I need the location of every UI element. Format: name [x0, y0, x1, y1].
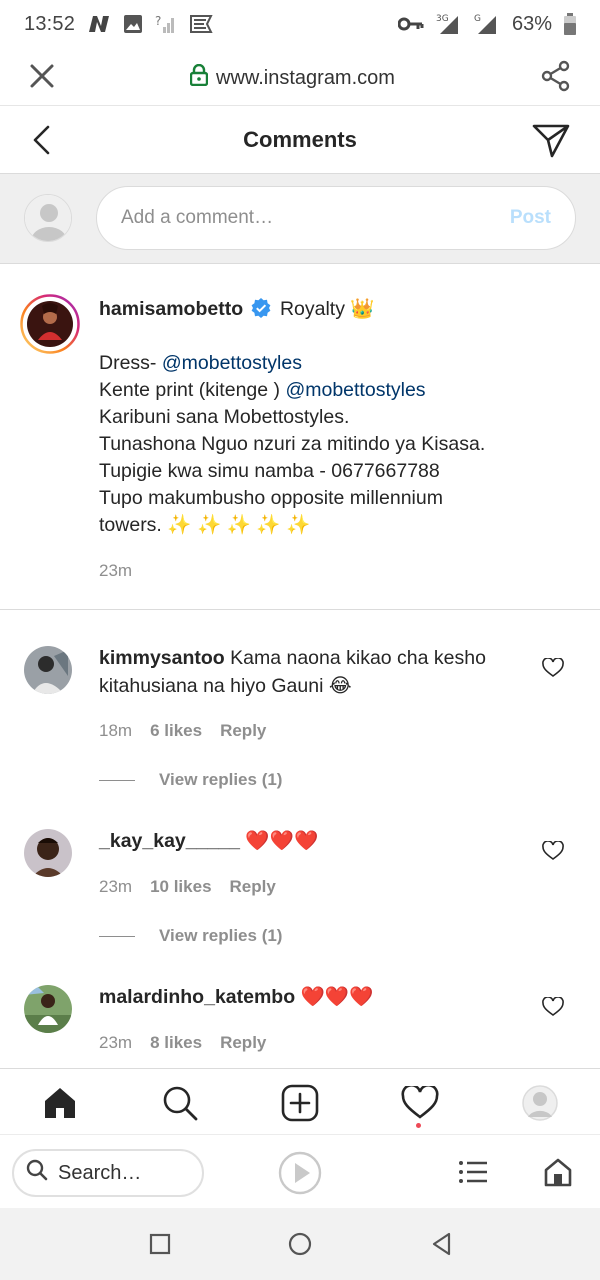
signal-3g-icon: 3G [436, 12, 462, 36]
search-icon[interactable] [160, 1083, 200, 1123]
view-replies-button[interactable]: View replies (1) [99, 926, 282, 946]
key-icon [397, 16, 424, 32]
comment-username[interactable]: _kay_kay_____ [99, 830, 240, 852]
back-chevron-icon[interactable] [28, 124, 56, 156]
signal-question-icon: ? [155, 13, 177, 35]
replies-divider [99, 779, 135, 781]
close-icon[interactable] [28, 62, 56, 90]
play-icon[interactable] [278, 1151, 322, 1195]
recents-square-icon[interactable] [146, 1230, 174, 1258]
caption-time: 23m [99, 561, 133, 580]
caption-line-6: Tupo makumbusho opposite millennium [99, 487, 443, 509]
caption-author-avatar[interactable] [20, 294, 80, 359]
tabs-list-icon[interactable] [458, 1159, 488, 1185]
comment-body: ❤️❤️❤️ [240, 830, 319, 852]
lock-icon [189, 63, 209, 92]
reply-button[interactable]: Reply [230, 877, 276, 897]
comment-username[interactable]: malardinho_katembo [99, 986, 295, 1008]
browser-search-placeholder: Search… [58, 1161, 142, 1184]
like-heart-icon[interactable] [542, 840, 564, 861]
comment-avatar[interactable] [24, 829, 72, 877]
caption-line-4: Tunashona Nguo nzuri za mitindo ya Kisas… [99, 433, 486, 455]
comment-avatar[interactable] [24, 985, 72, 1033]
url-display[interactable]: www.instagram.com [189, 63, 395, 92]
comment-likes[interactable]: 6 likes [150, 721, 202, 741]
back-triangle-icon[interactable] [428, 1230, 456, 1258]
comment-body: ❤️❤️❤️ [295, 986, 374, 1008]
caption-mention-2[interactable]: @mobettostyles [285, 379, 425, 401]
comment-time: 23m [99, 877, 133, 896]
comment-avatar[interactable] [24, 646, 72, 694]
comment-input[interactable] [121, 207, 510, 229]
caption-line-5: Tupigie kwa simu namba - 0677667788 [99, 460, 440, 482]
caption-mention-1[interactable]: @mobettostyles [162, 352, 302, 374]
comment-text: kimmysantoo Kama naona kikao cha kesho k… [99, 644, 519, 700]
comment-meta: 23m 10 likes Reply [99, 877, 276, 897]
comment-text: malardinho_katembo ❤️❤️❤️ [99, 983, 519, 1011]
caption-text: hamisamobetto Royalty 👑 Dress- @mobettos… [99, 296, 579, 584]
profile-avatar-icon[interactable] [520, 1083, 560, 1123]
post-button[interactable]: Post [510, 207, 551, 229]
browser-search-box[interactable]: Search… [12, 1149, 204, 1197]
caption-title-text: Royalty [279, 298, 345, 320]
svg-text:?: ? [155, 14, 161, 28]
instagram-bottom-nav [0, 1068, 600, 1134]
caption-line-1: Dress- [99, 352, 162, 374]
comment-time: 23m [99, 1033, 133, 1052]
new-post-icon[interactable] [280, 1083, 320, 1123]
home-circle-icon[interactable] [286, 1230, 314, 1258]
home-icon[interactable] [543, 1157, 573, 1187]
caption-line-2: Kente print (kitenge ) [99, 379, 286, 401]
view-replies-button[interactable]: View replies (1) [99, 770, 282, 790]
caption-line-7: towers. ✨ ✨ ✨ ✨ ✨ [99, 514, 311, 536]
like-heart-icon[interactable] [542, 996, 564, 1017]
notification-n-icon [87, 14, 111, 34]
status-time: 13:52 [24, 12, 76, 35]
view-replies-label: View replies (1) [159, 926, 283, 945]
signal-g-icon: G [474, 12, 500, 36]
url-text: www.instagram.com [216, 66, 395, 89]
replies-divider [99, 935, 135, 937]
status-bar: 13:52 ? 3G G 63% [0, 0, 600, 48]
add-comment-bar: Post [0, 174, 600, 264]
battery-percent: 63% [511, 12, 552, 35]
current-user-avatar [24, 194, 72, 242]
net-g-label: G [474, 14, 481, 24]
activity-heart-icon[interactable] [400, 1083, 440, 1123]
comment-time: 18m [99, 721, 133, 740]
comment-input-wrapper: Post [96, 186, 576, 250]
browser-bar: www.instagram.com [0, 48, 600, 106]
battery-icon [564, 13, 576, 35]
direct-send-icon[interactable] [532, 122, 570, 158]
net-3g-label: 3G [436, 14, 449, 24]
crown-emoji: 👑 [350, 298, 375, 320]
comments-header: Comments [0, 106, 600, 174]
comment-meta: 18m 6 likes Reply [99, 721, 266, 741]
image-icon [123, 14, 143, 34]
comment-likes[interactable]: 10 likes [150, 877, 211, 897]
reply-button[interactable]: Reply [220, 1033, 266, 1053]
page-title: Comments [243, 126, 357, 152]
share-icon[interactable] [540, 60, 572, 92]
activity-notification-dot [416, 1123, 421, 1128]
home-icon[interactable] [40, 1083, 80, 1123]
search-icon [26, 1159, 48, 1187]
like-heart-icon[interactable] [542, 657, 564, 678]
caption-line-3: Karibuni sana Mobettostyles. [99, 406, 350, 428]
comment-body: Kama naona kikao cha kesho [224, 647, 486, 669]
android-nav-bar [0, 1208, 600, 1280]
view-replies-label: View replies (1) [159, 770, 283, 789]
comment-meta: 23m 8 likes Reply [99, 1033, 266, 1053]
flag-icon [189, 13, 215, 35]
browser-toolbar: Search… [0, 1134, 600, 1208]
comment-body-line2: kitahusiana na hiyo Gauni 😂 [99, 675, 352, 697]
verified-badge-icon [251, 298, 271, 318]
comment-likes[interactable]: 8 likes [150, 1033, 202, 1053]
caption-username[interactable]: hamisamobetto [99, 298, 243, 320]
comment-username[interactable]: kimmysantoo [99, 647, 225, 669]
comment-text: _kay_kay_____ ❤️❤️❤️ [99, 827, 519, 855]
reply-button[interactable]: Reply [220, 721, 266, 741]
